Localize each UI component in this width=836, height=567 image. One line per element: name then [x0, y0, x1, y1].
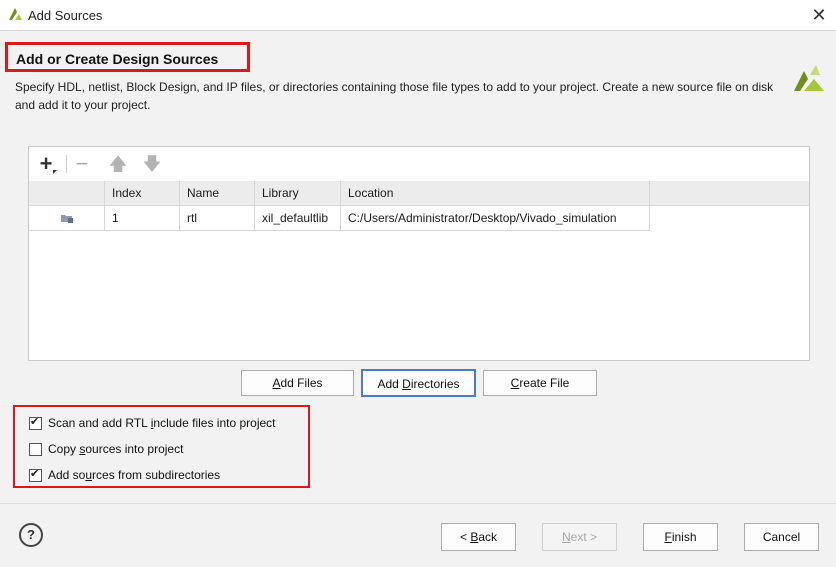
- cancel-button[interactable]: Cancel: [744, 523, 819, 551]
- toolbar-divider: [66, 155, 67, 173]
- add-directories-button[interactable]: Add Directories: [361, 369, 476, 397]
- page-description: Specify HDL, netlist, Block Design, and …: [15, 80, 774, 112]
- arrow-up-icon: 🡅: [108, 154, 128, 174]
- page-title: Add or Create Design Sources: [16, 51, 219, 67]
- header-highlight: Add or Create Design Sources: [5, 42, 250, 72]
- folder-icon: [61, 215, 73, 223]
- add-files-label: dd Files: [280, 376, 323, 390]
- row-library: xil_defaultlib: [255, 206, 341, 230]
- window-title: Add Sources: [28, 8, 103, 23]
- table-header: Index Name Library Location: [29, 181, 809, 206]
- column-header-icon[interactable]: [29, 181, 105, 205]
- scan-rtl-label[interactable]: Scan and add RTL include files into proj…: [48, 416, 276, 430]
- dropdown-arrow-icon: [53, 170, 57, 174]
- create-file-button[interactable]: Create File: [483, 370, 597, 396]
- create-mnemonic: C: [510, 376, 520, 390]
- sources-toolbar: + − 🡅 🡇: [29, 147, 809, 181]
- copy-sources-pre: Copy: [48, 442, 80, 456]
- column-header-library[interactable]: Library: [255, 181, 341, 205]
- back-prefix: <: [459, 530, 471, 544]
- table-row[interactable]: 1 rtl xil_defaultlib C:/Users/Administra…: [29, 206, 650, 231]
- back-button[interactable]: < Back: [441, 523, 516, 551]
- row-icon-cell: [29, 206, 105, 230]
- add-subdirs-pre: Add so: [48, 468, 86, 482]
- arrow-down-icon: 🡇: [142, 154, 162, 174]
- add-dirs-label: irectories: [410, 377, 460, 391]
- row-name: rtl: [180, 206, 255, 230]
- minus-icon: −: [75, 151, 89, 176]
- scan-rtl-checkbox[interactable]: [29, 415, 42, 430]
- column-header-name[interactable]: Name: [180, 181, 255, 205]
- sources-panel: + − 🡅 🡇 Index Name Library Location 1 rt…: [28, 146, 810, 361]
- row-index: 1: [105, 206, 180, 230]
- scan-rtl-pre: Scan and add RTL: [48, 416, 151, 430]
- next-mnemonic: N: [561, 530, 571, 544]
- add-subdirs-checkbox[interactable]: [29, 467, 42, 482]
- scan-rtl-post: nclude files into project: [153, 416, 276, 430]
- next-button[interactable]: Next >: [542, 523, 617, 551]
- footer-divider: [0, 503, 836, 504]
- move-up-button[interactable]: 🡅: [107, 153, 129, 175]
- close-button[interactable]: ✕: [808, 4, 830, 26]
- copy-sources-label[interactable]: Copy sources into project: [48, 442, 183, 456]
- plus-icon: +: [39, 151, 53, 176]
- vivado-logo-icon: [9, 8, 22, 20]
- vivado-logo-icon: [794, 65, 824, 91]
- finish-button[interactable]: Finish: [643, 523, 718, 551]
- add-dirs-prefix: Add: [377, 377, 403, 391]
- column-header-index[interactable]: Index: [105, 181, 180, 205]
- move-down-button[interactable]: 🡇: [141, 153, 163, 175]
- title-bar: Add Sources ✕: [0, 0, 836, 31]
- add-subdirs-label[interactable]: Add sources from subdirectories: [48, 468, 220, 482]
- add-subdirs-post: rces from subdirectories: [92, 468, 221, 482]
- create-label: reate File: [519, 376, 570, 390]
- add-files-button[interactable]: Add Files: [241, 370, 354, 396]
- finish-mnemonic: F: [664, 530, 672, 544]
- remove-source-button[interactable]: −: [71, 153, 93, 175]
- finish-label: inish: [671, 530, 697, 544]
- column-header-location[interactable]: Location: [341, 181, 650, 205]
- row-location: C:/Users/Administrator/Desktop/Vivado_si…: [341, 206, 650, 230]
- options-highlight: Scan and add RTL include files into proj…: [13, 405, 310, 488]
- next-label: ext >: [570, 530, 598, 544]
- help-button[interactable]: ?: [19, 523, 43, 547]
- add-dirs-mnemonic: D: [402, 377, 411, 391]
- back-label: ack: [478, 530, 498, 544]
- add-source-button[interactable]: +: [35, 153, 57, 175]
- copy-sources-checkbox[interactable]: [29, 443, 42, 456]
- copy-sources-post: ources into project: [85, 442, 184, 456]
